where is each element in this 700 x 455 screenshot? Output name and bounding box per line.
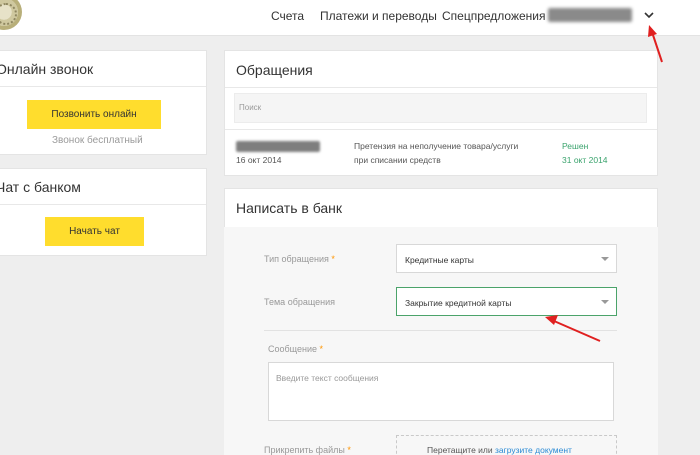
user-name-redacted[interactable] xyxy=(548,8,632,22)
divider xyxy=(0,204,206,205)
chat-title: Чат с банком xyxy=(0,179,81,195)
write-title: Написать в банк xyxy=(236,200,343,216)
online-call-title: Онлайн звонок xyxy=(0,61,94,77)
nav-special-offers[interactable]: Спецпредложения xyxy=(442,9,546,23)
message-label: Сообщение * xyxy=(268,344,324,354)
topic-select[interactable]: Закрытие кредитной карты xyxy=(396,287,617,316)
call-free-note: Звонок бесплатный xyxy=(52,135,143,146)
type-select-value: Кредитные карты xyxy=(405,255,474,265)
divider xyxy=(264,330,617,331)
attach-label: Прикрепить файлы * xyxy=(264,445,351,455)
nav-payments[interactable]: Платежи и переводы xyxy=(320,9,437,23)
topic-select-value: Закрытие кредитной карты xyxy=(405,298,512,308)
requests-title: Обращения xyxy=(236,62,313,78)
type-label: Тип обращения * xyxy=(264,254,335,264)
nav-accounts[interactable]: Счета xyxy=(271,9,304,23)
divider xyxy=(225,87,657,88)
dropzone-text: Перетащите или загрузите документ xyxy=(427,445,572,455)
call-online-button[interactable]: Позвонить онлайн xyxy=(27,100,161,129)
file-dropzone[interactable]: Перетащите или загрузите документ xyxy=(396,435,617,455)
message-placeholder: Введите текст сообщения xyxy=(276,373,379,383)
online-call-panel: Онлайн звонок Позвонить онлайн Звонок бе… xyxy=(0,50,207,155)
divider xyxy=(225,129,657,130)
request-number-redacted xyxy=(236,141,320,152)
search-input[interactable]: Поиск xyxy=(234,93,647,123)
divider xyxy=(0,86,206,87)
topic-label: Тема обращения xyxy=(264,297,336,307)
bank-logo-icon[interactable] xyxy=(0,0,22,30)
type-select[interactable]: Кредитные карты xyxy=(396,244,617,273)
search-placeholder: Поиск xyxy=(239,103,262,112)
top-bar: Счета Платежи и переводы Спецпредложения xyxy=(0,0,700,36)
message-textarea[interactable]: Введите текст сообщения xyxy=(268,362,614,421)
request-subject-line1: Претензия на неполучение товара/услуги xyxy=(354,141,519,151)
start-chat-button[interactable]: Начать чат xyxy=(45,217,144,246)
chevron-down-icon[interactable] xyxy=(642,8,656,22)
request-date: 16 окт 2014 xyxy=(236,155,282,165)
request-status: Решен xyxy=(562,141,589,151)
request-status-date: 31 окт 2014 xyxy=(562,155,608,165)
request-subject-line2: при списании средств xyxy=(354,155,441,165)
dropdown-caret-icon xyxy=(601,300,609,304)
upload-document-link[interactable]: загрузите документ xyxy=(495,445,572,455)
chat-panel: Чат с банком Начать чат xyxy=(0,168,207,256)
write-panel-header: Написать в банк xyxy=(224,188,658,228)
dropdown-caret-icon xyxy=(601,257,609,261)
